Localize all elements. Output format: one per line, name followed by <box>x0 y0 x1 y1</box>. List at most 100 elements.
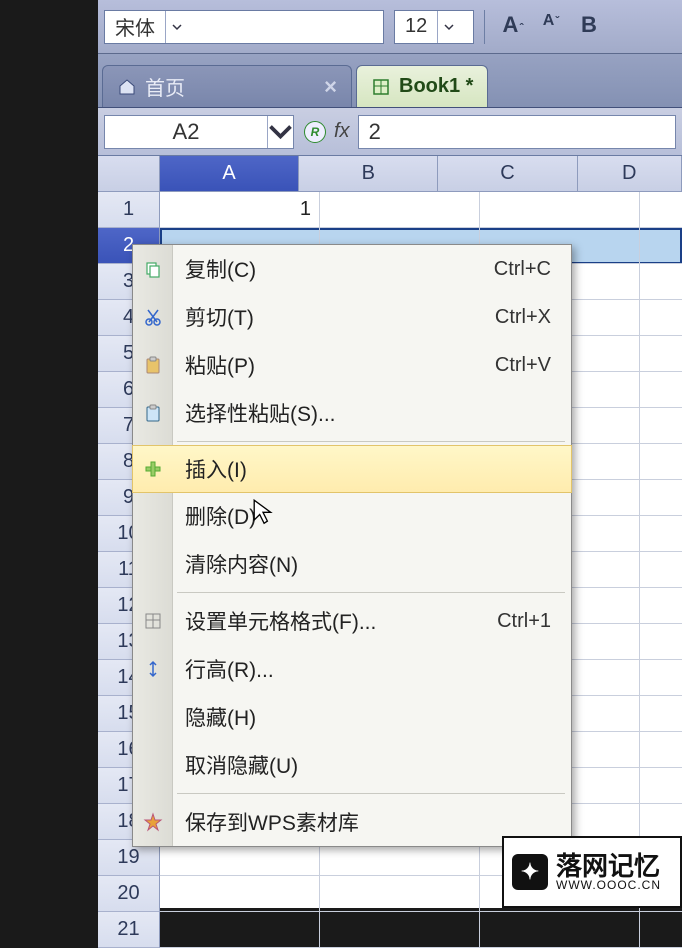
context-menu-label: 隐藏(H) <box>185 702 256 732</box>
select-all-corner[interactable] <box>98 156 160 192</box>
name-box[interactable]: A2 <box>104 115 294 149</box>
context-menu-label: 插入(I) <box>185 454 247 484</box>
context-menu-item[interactable]: 设置单元格格式(F)...Ctrl+1 <box>133 597 571 645</box>
context-menu-shortcut: Ctrl+1 <box>497 610 551 633</box>
cell-D5[interactable] <box>640 336 682 372</box>
cell-D11[interactable] <box>640 552 682 588</box>
cell-D6[interactable] <box>640 372 682 408</box>
context-menu-item[interactable]: 删除(D) <box>133 492 571 540</box>
context-menu-label: 取消隐藏(U) <box>185 750 298 780</box>
document-tabs: 首页 × Book1 * <box>98 54 682 108</box>
fx-label[interactable]: fx <box>334 120 350 143</box>
formula-input[interactable]: 2 <box>358 115 676 149</box>
context-menu-label: 行高(R)... <box>185 654 274 684</box>
context-menu-shortcut: Ctrl+V <box>495 354 551 377</box>
context-menu-separator <box>177 592 565 593</box>
cell-C21[interactable] <box>480 912 640 948</box>
cell-D12[interactable] <box>640 588 682 624</box>
tab-book1[interactable]: Book1 * <box>356 65 488 107</box>
cell-D9[interactable] <box>640 480 682 516</box>
context-menu-label: 粘贴(P) <box>185 350 255 380</box>
context-menu-item[interactable]: 取消隐藏(U) <box>133 741 571 789</box>
cell-D7[interactable] <box>640 408 682 444</box>
font-name-dropdown[interactable]: 宋体 <box>104 10 384 44</box>
name-box-value: A2 <box>105 119 267 145</box>
cell-D2[interactable] <box>640 228 682 264</box>
formula-bar: A2 R fx 2 <box>98 108 682 156</box>
watermark-logo-icon: ✦ <box>512 854 548 890</box>
font-size-value: 12 <box>395 15 437 38</box>
cut-icon <box>141 305 165 329</box>
decrease-font-button[interactable]: Aˇ <box>533 12 569 42</box>
cell-B21[interactable] <box>320 912 480 948</box>
font-size-dropdown[interactable]: 12 <box>394 10 474 44</box>
context-menu-label: 选择性粘贴(S)... <box>185 398 336 428</box>
cell-C1[interactable] <box>480 192 640 228</box>
cell-D4[interactable] <box>640 300 682 336</box>
context-menu-item[interactable]: 剪切(T) Ctrl+X <box>133 293 571 341</box>
context-menu-item[interactable]: 插入(I) <box>132 445 572 493</box>
cell-D14[interactable] <box>640 660 682 696</box>
context-menu[interactable]: 复制(C) Ctrl+C 剪切(T) Ctrl+X 粘贴(P) Ctrl+V 选择性粘贴(S… <box>132 244 572 847</box>
chevron-down-icon <box>165 11 187 43</box>
formula-value: 2 <box>369 119 381 145</box>
cell-D10[interactable] <box>640 516 682 552</box>
chevron-down-icon <box>437 11 459 43</box>
toolbar-separator <box>484 10 485 44</box>
context-menu-shortcut: Ctrl+X <box>495 306 551 329</box>
context-menu-item[interactable]: 隐藏(H) <box>133 693 571 741</box>
cell-A21[interactable] <box>160 912 320 948</box>
font-size-buttons: Aˆ Aˇ B <box>495 12 607 42</box>
cell-D17[interactable] <box>640 768 682 804</box>
cell-D16[interactable] <box>640 732 682 768</box>
font-name-value: 宋体 <box>105 12 165 41</box>
paste-icon <box>141 353 165 377</box>
format-toolbar: 宋体 12 Aˆ Aˇ B <box>98 0 682 54</box>
cell-D21[interactable] <box>640 912 682 948</box>
clipboard-icon <box>141 401 165 425</box>
cell-D1[interactable] <box>640 192 682 228</box>
close-icon[interactable]: × <box>324 74 337 100</box>
cell-D18[interactable] <box>640 804 682 840</box>
insert-icon <box>141 457 165 481</box>
tab-home[interactable]: 首页 × <box>102 65 352 107</box>
cell-A1[interactable]: 1 <box>160 192 320 228</box>
blank-icon <box>141 552 165 576</box>
bold-button[interactable]: B <box>571 12 607 42</box>
cell-B1[interactable] <box>320 192 480 228</box>
column-header-A[interactable]: A <box>160 156 299 192</box>
context-menu-item[interactable]: 清除内容(N) <box>133 540 571 588</box>
cell-D15[interactable] <box>640 696 682 732</box>
spreadsheet-icon <box>371 77 391 97</box>
row-header-20[interactable]: 20 <box>98 876 160 912</box>
context-menu-item[interactable]: 复制(C) Ctrl+C <box>133 245 571 293</box>
chevron-down-icon <box>267 116 293 148</box>
watermark: ✦ 落网记忆 WWW.OOOC.CN <box>502 836 682 908</box>
row-header-1[interactable]: 1 <box>98 192 160 228</box>
cell-D8[interactable] <box>640 444 682 480</box>
context-menu-label: 复制(C) <box>185 254 256 284</box>
column-header-C[interactable]: C <box>438 156 577 192</box>
watermark-title: 落网记忆 <box>556 853 661 879</box>
context-menu-label: 剪切(T) <box>185 302 254 332</box>
row-header-21[interactable]: 21 <box>98 912 160 948</box>
column-header-D[interactable]: D <box>578 156 682 192</box>
blank-icon <box>141 753 165 777</box>
increase-font-button[interactable]: Aˆ <box>495 12 531 42</box>
column-header-B[interactable]: B <box>299 156 438 192</box>
context-menu-label: 保存到WPS素材库 <box>185 807 359 837</box>
cell-D3[interactable] <box>640 264 682 300</box>
home-icon <box>117 77 137 97</box>
context-menu-item[interactable]: 粘贴(P) Ctrl+V <box>133 341 571 389</box>
context-menu-separator <box>177 441 565 442</box>
formula-wizard-icon[interactable]: R <box>304 121 326 143</box>
context-menu-shortcut: Ctrl+C <box>494 258 551 281</box>
tab-home-label: 首页 <box>145 72 185 101</box>
context-menu-label: 清除内容(N) <box>185 549 298 579</box>
context-menu-item[interactable]: 行高(R)... <box>133 645 571 693</box>
cell-D13[interactable] <box>640 624 682 660</box>
context-menu-item[interactable]: 选择性粘贴(S)... <box>133 389 571 437</box>
cell-A20[interactable] <box>160 876 320 912</box>
watermark-url: WWW.OOOC.CN <box>556 879 661 891</box>
cell-B20[interactable] <box>320 876 480 912</box>
